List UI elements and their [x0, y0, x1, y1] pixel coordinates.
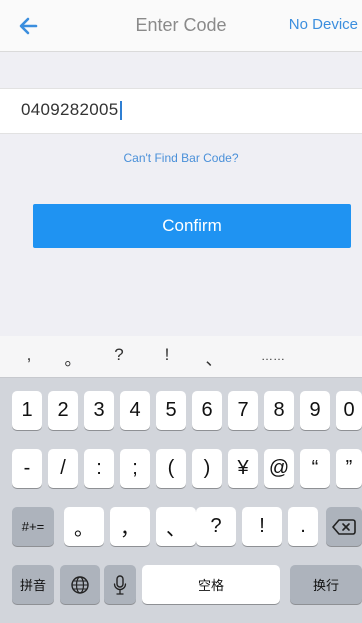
- key[interactable]: 4: [120, 391, 150, 430]
- globe-key[interactable]: [60, 565, 100, 604]
- key[interactable]: :: [84, 449, 114, 488]
- microphone-icon: [113, 574, 127, 595]
- key[interactable]: -: [12, 449, 42, 488]
- mic-key[interactable]: [104, 565, 136, 604]
- key[interactable]: “: [300, 449, 330, 488]
- text-caret: [119, 100, 122, 120]
- key[interactable]: ，: [110, 507, 150, 546]
- key[interactable]: ¥: [228, 449, 258, 488]
- key[interactable]: 2: [48, 391, 78, 430]
- nav-bar: Enter Code No Device: [0, 0, 362, 52]
- candidate-item[interactable]: 。: [58, 345, 88, 370]
- key[interactable]: 、: [156, 507, 196, 546]
- key[interactable]: 6: [192, 391, 222, 430]
- key[interactable]: 0: [336, 391, 362, 430]
- no-device-button[interactable]: No Device: [289, 16, 358, 33]
- candidate-bar: , 。 ? ! 、 ……: [0, 336, 362, 378]
- candidate-item[interactable]: ,: [14, 345, 44, 365]
- delete-key[interactable]: [326, 507, 362, 546]
- pinyin-key[interactable]: 拼音: [12, 565, 54, 604]
- key[interactable]: !: [242, 507, 282, 546]
- key[interactable]: @: [264, 449, 294, 488]
- candidate-item[interactable]: 、: [199, 345, 229, 370]
- key[interactable]: 9: [300, 391, 330, 430]
- globe-icon: [71, 575, 89, 594]
- key[interactable]: /: [48, 449, 78, 488]
- code-input[interactable]: 0409282005: [21, 100, 122, 120]
- key[interactable]: 7: [228, 391, 258, 430]
- candidate-item[interactable]: ……: [258, 349, 288, 363]
- space-key[interactable]: 空格: [142, 565, 280, 604]
- key[interactable]: 8: [264, 391, 294, 430]
- keyboard: , 。 ? ! 、 …… 1 2 3 4 5 6 7 8 9 0 - / : ;…: [0, 336, 362, 623]
- key[interactable]: ?: [196, 507, 236, 546]
- backspace-icon: [332, 518, 356, 535]
- confirm-button[interactable]: Confirm: [33, 204, 351, 248]
- key[interactable]: ): [192, 449, 222, 488]
- key[interactable]: 5: [156, 391, 186, 430]
- key[interactable]: 3: [84, 391, 114, 430]
- key[interactable]: 1: [12, 391, 42, 430]
- key[interactable]: ”: [336, 449, 362, 488]
- key[interactable]: .: [288, 507, 318, 546]
- cant-find-bar-code-link[interactable]: Can't Find Bar Code?: [0, 151, 362, 165]
- key[interactable]: ;: [120, 449, 150, 488]
- code-value: 0409282005: [21, 100, 119, 119]
- candidate-item[interactable]: !: [152, 345, 182, 365]
- return-key[interactable]: 换行: [290, 565, 362, 604]
- code-field[interactable]: 0409282005: [0, 88, 362, 134]
- candidate-item[interactable]: ?: [104, 345, 134, 365]
- key[interactable]: 。: [64, 507, 104, 546]
- key[interactable]: (: [156, 449, 186, 488]
- symbol-mode-key[interactable]: #+=: [12, 507, 54, 546]
